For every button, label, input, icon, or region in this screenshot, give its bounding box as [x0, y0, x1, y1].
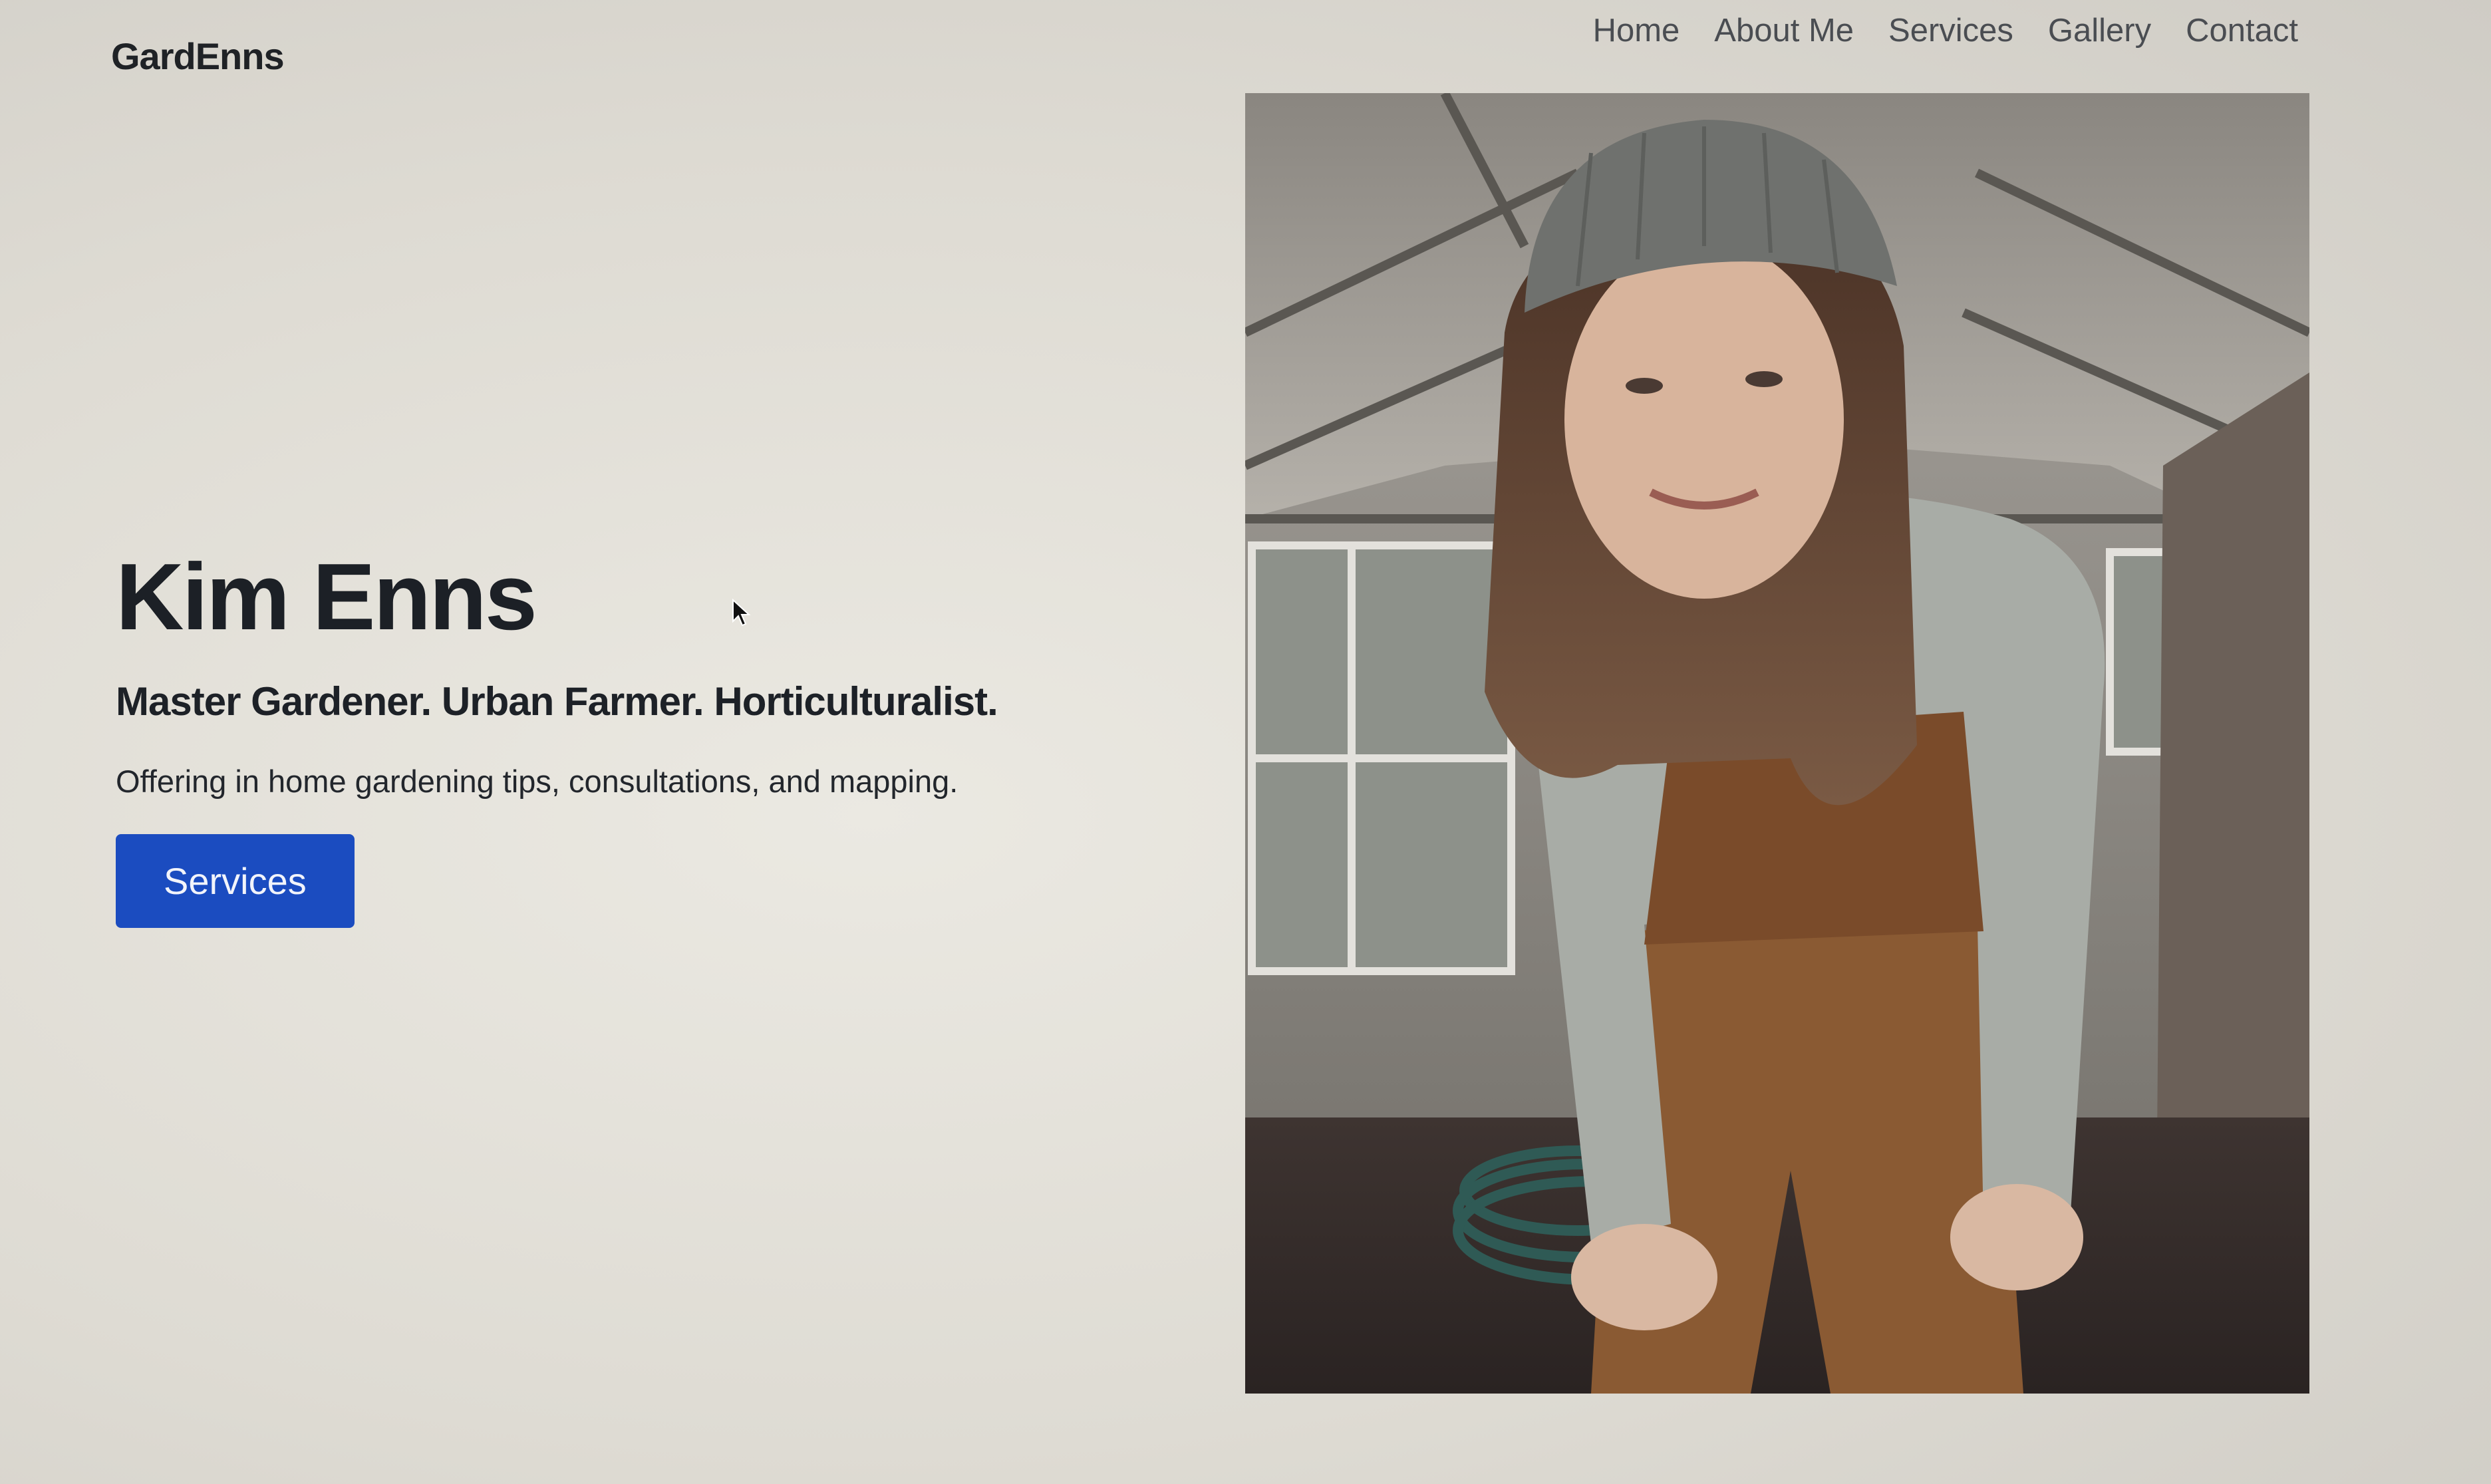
nav-about-link[interactable]: About Me: [1714, 12, 1854, 49]
nav-home-link[interactable]: Home: [1593, 12, 1680, 49]
nav-services-link[interactable]: Services: [1888, 12, 2013, 49]
hero-description: Offering in home gardening tips, consult…: [116, 764, 958, 800]
greenhouse-portrait-image: [1245, 93, 2309, 1394]
mouse-pointer-icon: [732, 599, 751, 627]
services-button[interactable]: Services: [116, 834, 355, 929]
brand-logo[interactable]: GardEnns: [111, 35, 285, 78]
hero-section: Kim Enns Master Gardener. Urban Farmer. …: [116, 544, 1193, 929]
nav-contact-link[interactable]: Contact: [2186, 12, 2298, 49]
hero-tagline: Master Gardener. Urban Farmer. Horticult…: [116, 679, 998, 724]
nav-gallery-link[interactable]: Gallery: [2048, 12, 2151, 49]
hero-photo: [1245, 93, 2309, 1394]
hero-name: Kim Enns: [116, 544, 537, 650]
main-nav: Home About Me Services Gallery Contact: [1593, 12, 2298, 49]
